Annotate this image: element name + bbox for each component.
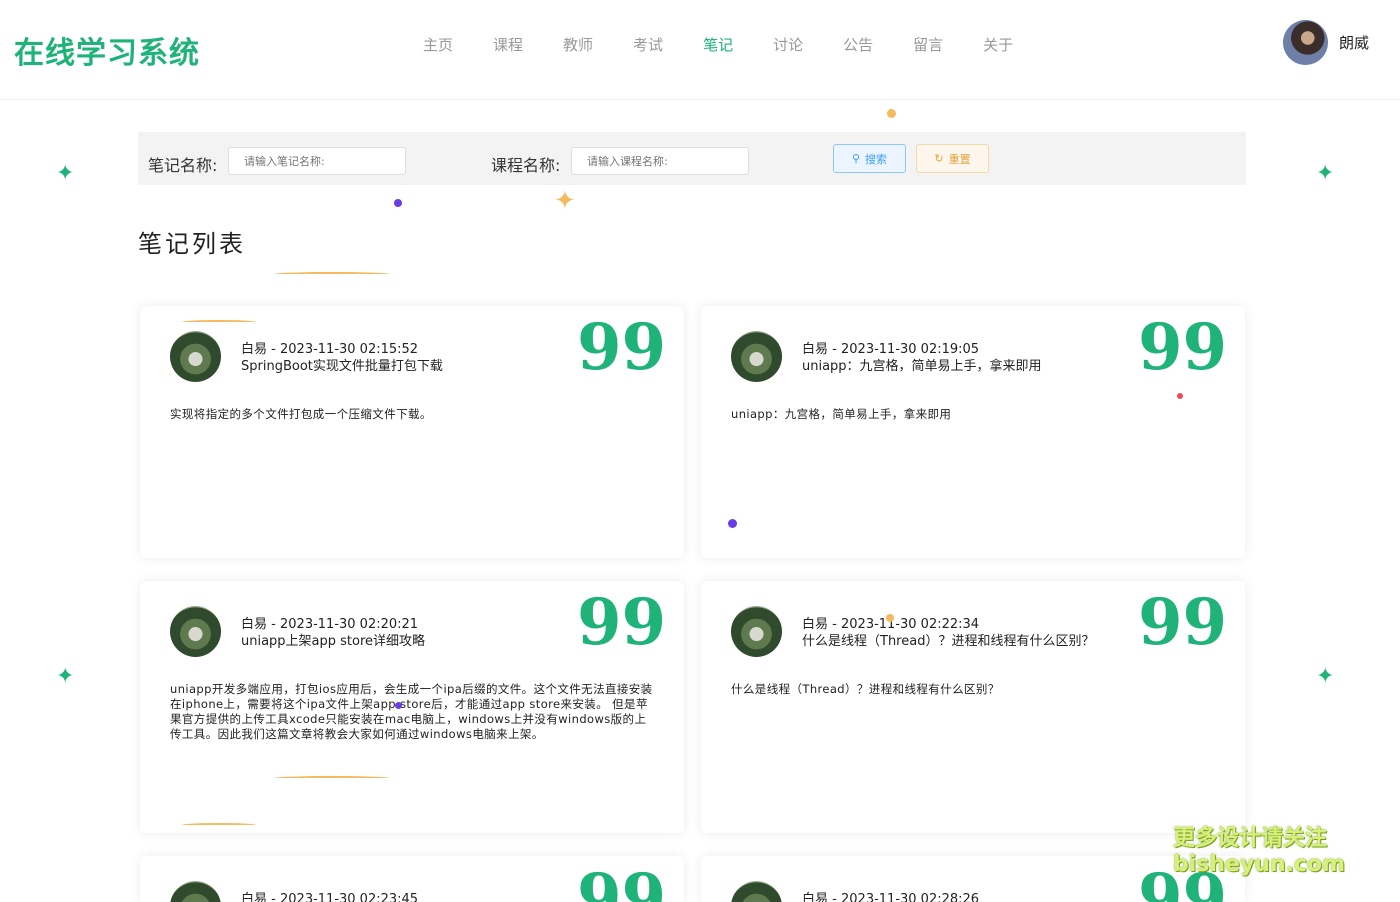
- note-title: uniapp：九宫格，简单易上手，拿来即用: [802, 359, 1042, 374]
- quote-icon: 99: [577, 868, 666, 902]
- refresh-icon: ↻: [934, 152, 944, 165]
- nav-item-teachers[interactable]: 教师: [563, 36, 593, 54]
- nav-item-exams[interactable]: 考试: [633, 36, 663, 54]
- note-content: uniapp：九宫格，简单易上手，拿来即用: [731, 407, 952, 421]
- watermark-line2: bisheyun.com: [1173, 852, 1346, 877]
- decor-dot: [728, 519, 737, 528]
- meta-separator: -: [832, 892, 837, 902]
- top-header: 在线学习系统 主页 课程 教师 考试 笔记 讨论 公告 留言 关于 朗威: [0, 0, 1400, 100]
- meta-separator: -: [271, 617, 276, 632]
- nav-item-messages[interactable]: 留言: [913, 36, 943, 54]
- watermark-line1: 更多设计请关注: [1173, 826, 1328, 851]
- course-name-label: 课程名称:: [491, 156, 561, 175]
- user-menu[interactable]: 朗威: [1283, 20, 1369, 65]
- note-card[interactable]: 白易 - 2023-11-30 02:15:52 SpringBoot实现文件批…: [140, 306, 684, 558]
- meta-separator: -: [271, 342, 276, 357]
- meta-separator: -: [832, 342, 837, 357]
- note-time: 2023-11-30 02:15:52: [280, 342, 419, 357]
- meta-separator: -: [271, 892, 276, 902]
- note-author: 白易: [802, 892, 829, 902]
- note-title: SpringBoot实现文件批量打包下载: [241, 359, 443, 374]
- quote-icon: 99: [1137, 585, 1227, 660]
- nav-item-about[interactable]: 关于: [983, 36, 1013, 54]
- decor-squiggle: [182, 320, 256, 324]
- main-nav: 主页 课程 教师 考试 笔记 讨论 公告 留言 关于: [423, 36, 1053, 54]
- sparkle-icon: ✦: [56, 664, 75, 689]
- note-card[interactable]: 白易 - 2023-11-30 02:23:45 99: [140, 856, 684, 902]
- note-time: 2023-11-30 02:19:05: [841, 342, 980, 357]
- note-author: 白易: [802, 617, 829, 632]
- reset-button[interactable]: ↻ 重置: [916, 144, 989, 173]
- nav-item-courses[interactable]: 课程: [493, 36, 523, 54]
- note-meta: 白易 - 2023-11-30 02:23:45: [241, 891, 418, 902]
- decor-dot: [887, 109, 896, 118]
- nav-item-notes[interactable]: 笔记: [703, 36, 733, 54]
- note-name-input[interactable]: [228, 147, 406, 175]
- nav-item-announcements[interactable]: 公告: [843, 36, 873, 54]
- note-meta: 白易 - 2023-11-30 02:19:05: [802, 341, 979, 358]
- username[interactable]: 朗威: [1339, 32, 1369, 53]
- quote-icon: 99: [576, 310, 666, 385]
- note-card[interactable]: 白易 - 2023-11-30 02:28:26 99: [701, 856, 1245, 902]
- note-author: 白易: [241, 892, 268, 902]
- note-content: 什么是线程（Thread）？进程和线程有什么区别？: [731, 682, 1000, 696]
- author-avatar: [731, 331, 782, 382]
- note-meta: 白易 - 2023-11-30 02:28:26: [802, 891, 979, 902]
- note-card[interactable]: 白易 - 2023-11-30 02:19:05 uniapp：九宫格，简单易上…: [701, 306, 1245, 558]
- search-bar: 笔记名称: 课程名称: ⚲ 搜索 ↻ 重置: [138, 132, 1246, 185]
- note-content: 实现将指定的多个文件打包成一个压缩文件下载。: [170, 407, 432, 421]
- note-title: uniapp上架app store详细攻略: [241, 634, 426, 649]
- note-name-label: 笔记名称:: [148, 156, 218, 175]
- sparkle-icon: ✦: [56, 161, 75, 186]
- author-avatar: [731, 881, 782, 902]
- note-title: 什么是线程（Thread）？进程和线程有什么区别？: [802, 634, 1095, 649]
- quote-icon: 99: [1137, 310, 1227, 385]
- decor-squiggle: [182, 823, 256, 827]
- decor-squiggle: [275, 776, 389, 780]
- note-author: 白易: [241, 342, 268, 357]
- note-meta: 白易 - 2023-11-30 02:20:21: [241, 616, 418, 633]
- author-avatar: [170, 606, 221, 657]
- note-content: uniapp开发多端应用，打包ios应用后，会生成一个ipa后缀的文件。这个文件…: [170, 682, 653, 741]
- nav-item-discussion[interactable]: 讨论: [773, 36, 803, 54]
- watermark: 更多设计请关注 bisheyun.com: [1173, 826, 1345, 878]
- star-icon: ✦: [554, 186, 576, 216]
- user-avatar[interactable]: [1283, 20, 1328, 65]
- sparkle-icon: ✦: [1316, 161, 1335, 186]
- page-title: 笔记列表: [138, 230, 246, 258]
- note-meta: 白易 - 2023-11-30 02:15:52: [241, 341, 418, 358]
- note-author: 白易: [241, 617, 268, 632]
- search-icon: ⚲: [851, 152, 861, 165]
- note-time: 2023-11-30 02:28:26: [841, 892, 980, 902]
- decor-dot: [395, 702, 402, 709]
- decor-dot: [394, 199, 402, 207]
- note-author: 白易: [802, 342, 829, 357]
- search-button-label: 搜索: [865, 152, 888, 166]
- site-logo[interactable]: 在线学习系统: [14, 28, 200, 72]
- quote-icon: 99: [576, 585, 666, 660]
- author-avatar: [170, 331, 221, 382]
- decor-dot: [886, 614, 894, 622]
- note-time: 2023-11-30 02:23:45: [280, 892, 419, 902]
- reset-button-label: 重置: [948, 152, 971, 166]
- note-time: 2023-11-30 02:20:21: [280, 617, 419, 632]
- author-avatar: [731, 606, 782, 657]
- search-button[interactable]: ⚲ 搜索: [833, 144, 906, 173]
- note-card[interactable]: 白易 - 2023-11-30 02:20:21 uniapp上架app sto…: [140, 581, 684, 833]
- sparkle-icon: ✦: [1316, 664, 1335, 689]
- decor-dot: [1177, 393, 1183, 399]
- meta-separator: -: [832, 617, 837, 632]
- decor-squiggle: [275, 272, 389, 276]
- note-card[interactable]: 白易 - 2023-11-30 02:22:34 什么是线程（Thread）？进…: [701, 581, 1245, 833]
- author-avatar: [170, 881, 221, 902]
- nav-item-home[interactable]: 主页: [423, 36, 453, 54]
- note-time: 2023-11-30 02:22:34: [841, 617, 980, 632]
- course-name-input[interactable]: [571, 147, 749, 175]
